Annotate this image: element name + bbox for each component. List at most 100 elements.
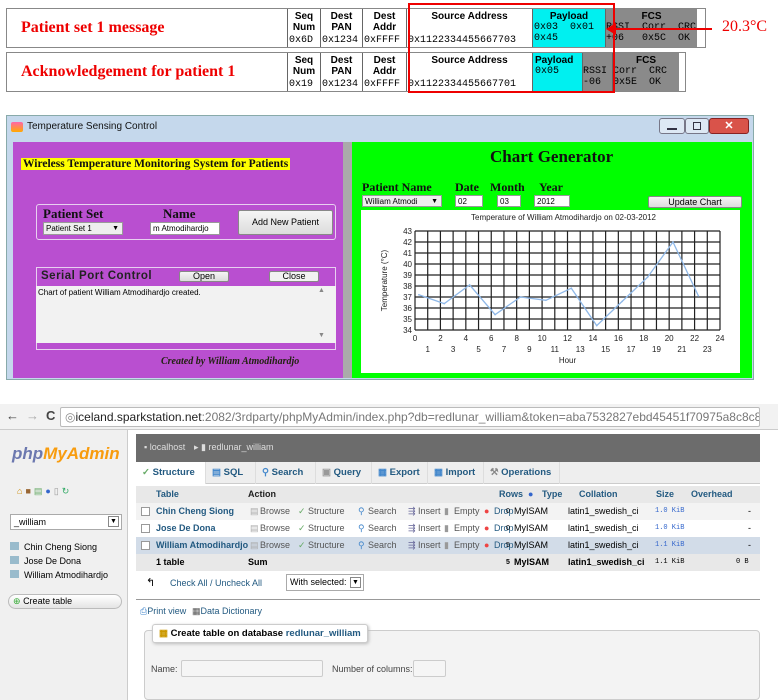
row-count: 0 bbox=[506, 525, 510, 532]
action-empty[interactable]: Empty bbox=[454, 537, 480, 554]
tab-search[interactable]: ⚲ Search bbox=[256, 462, 316, 484]
maximize-button[interactable] bbox=[685, 118, 709, 134]
table-name-link[interactable]: William Atmodihardjo bbox=[156, 537, 248, 554]
chevron-down-icon: ▼ bbox=[112, 225, 119, 232]
row-checkbox[interactable] bbox=[141, 524, 150, 533]
action-insert[interactable]: Insert bbox=[418, 537, 441, 554]
scroll-down-icon[interactable]: ▼ bbox=[318, 332, 325, 339]
columns-input[interactable] bbox=[413, 660, 446, 677]
row-checkbox[interactable] bbox=[141, 541, 150, 550]
dest-addr-cell: Dest Addr 0xFFFF bbox=[362, 9, 406, 47]
row-checkbox[interactable] bbox=[141, 507, 150, 516]
with-selected-select[interactable]: With selected: ▼ bbox=[286, 574, 364, 591]
search-icon: ⚲ bbox=[358, 540, 365, 550]
x-tick-label: 1 bbox=[425, 345, 430, 354]
dest-addr-cell: Dest Addr 0xFFFF bbox=[362, 53, 406, 91]
pma-logo[interactable]: phpMyAdmin bbox=[12, 444, 120, 464]
close-window-button[interactable]: ✕ bbox=[709, 118, 749, 134]
overhead: - bbox=[748, 523, 751, 533]
docs-icon: ▯ bbox=[53, 486, 62, 496]
x-tick-label: 13 bbox=[576, 345, 585, 354]
data-point bbox=[697, 295, 700, 297]
table-icon bbox=[10, 556, 19, 564]
reload-icon[interactable]: C bbox=[46, 408, 55, 423]
action-browse[interactable]: Browse bbox=[260, 520, 290, 537]
x-tick-label: 14 bbox=[588, 334, 597, 343]
sidebar-icons[interactable]: ⌂■▤●▯↻ bbox=[17, 486, 72, 497]
action-empty[interactable]: Empty bbox=[454, 520, 480, 537]
tab-sql[interactable]: ▤ SQL bbox=[206, 462, 256, 484]
action-insert[interactable]: Insert bbox=[418, 503, 441, 520]
action-search[interactable]: Search bbox=[368, 520, 397, 537]
create-table-legend: ▦ Create table on database redlunar_will… bbox=[152, 624, 368, 643]
packet-label: Patient set 1 message bbox=[21, 19, 165, 36]
table-row: Chin Cheng Siong ▤ Browse ✓ Structure ⚲ Searc… bbox=[136, 503, 760, 520]
tab-operations[interactable]: ⚒ Operations bbox=[484, 462, 560, 484]
breadcrumb-database[interactable]: ▸ ▮ redlunar_william bbox=[194, 442, 274, 453]
serial-log[interactable]: Chart of patient William Atmodihardjo cr… bbox=[36, 286, 336, 343]
sidebar-table-item[interactable]: William Atmodihardjo bbox=[10, 568, 108, 582]
scroll-up-icon[interactable]: ▲ bbox=[318, 287, 325, 294]
data-dictionary-link[interactable]: ▦Data Dictionary bbox=[192, 606, 262, 617]
tab-structure[interactable]: ✓ Structure bbox=[136, 462, 206, 484]
sidebar-table-item[interactable]: Chin Cheng Siong bbox=[10, 540, 108, 554]
patient-set-select[interactable]: Patient Set 1 ▼ bbox=[43, 222, 123, 235]
empty-icon: ▮ bbox=[444, 523, 449, 533]
action-insert[interactable]: Insert bbox=[418, 520, 441, 537]
y-axis-label: Temperature (°C) bbox=[380, 249, 389, 311]
tab-export[interactable]: ▦ Export bbox=[372, 462, 428, 484]
forward-icon[interactable]: → bbox=[26, 408, 39, 423]
action-drop[interactable]: Drop bbox=[494, 537, 514, 554]
action-drop[interactable]: Drop bbox=[494, 520, 514, 537]
size-link[interactable]: 1.0 KiB bbox=[655, 520, 684, 537]
tab-query[interactable]: ▣ Query bbox=[316, 462, 372, 484]
dest-pan-cell: Dest PAN 0x1234 bbox=[320, 53, 362, 91]
table-name-input[interactable] bbox=[181, 660, 323, 677]
size-link[interactable]: 1.1 KiB bbox=[655, 537, 684, 554]
open-button[interactable]: Open bbox=[179, 271, 229, 282]
patient-name-select[interactable]: William Atmodi ▼ bbox=[362, 195, 442, 207]
breadcrumb-server[interactable]: ▪ localhost bbox=[144, 442, 185, 452]
table-name-link[interactable]: Jose De Dona bbox=[156, 520, 216, 537]
action-structure[interactable]: Structure bbox=[308, 537, 345, 554]
left-panel: Wireless Temperature Monitoring System f… bbox=[13, 142, 343, 378]
action-structure[interactable]: Structure bbox=[308, 503, 345, 520]
date-input[interactable]: 02 bbox=[455, 195, 483, 207]
action-browse[interactable]: Browse bbox=[260, 537, 290, 554]
update-chart-button[interactable]: Update Chart bbox=[648, 196, 742, 208]
back-icon[interactable]: ← bbox=[6, 408, 19, 423]
size-link[interactable]: 1.0 KiB bbox=[655, 503, 684, 520]
sidebar-table-item[interactable]: Jose De Dona bbox=[10, 554, 108, 568]
action-structure[interactable]: Structure bbox=[308, 520, 345, 537]
print-view-link[interactable]: ⎙Print view bbox=[140, 606, 186, 617]
x-tick-label: 12 bbox=[563, 334, 572, 343]
minimize-button[interactable] bbox=[659, 118, 685, 134]
x-tick-label: 16 bbox=[614, 334, 623, 343]
create-table-button[interactable]: ⊕ Create table bbox=[8, 594, 122, 609]
tab-import[interactable]: ▦ Import bbox=[428, 462, 484, 484]
month-input[interactable]: 03 bbox=[497, 195, 521, 207]
table-icon bbox=[10, 542, 19, 550]
search-icon: ⚲ bbox=[358, 523, 365, 533]
action-search[interactable]: Search bbox=[368, 503, 397, 520]
year-label: Year bbox=[539, 180, 563, 194]
close-button[interactable]: Close bbox=[269, 271, 319, 282]
database-select[interactable]: _william ▼ bbox=[10, 514, 122, 530]
header-action: Action bbox=[248, 489, 276, 499]
action-empty[interactable]: Empty bbox=[454, 503, 480, 520]
check-all-link[interactable]: Check All / Uncheck All bbox=[170, 578, 262, 588]
empty-icon: ▮ bbox=[444, 506, 449, 516]
action-drop[interactable]: Drop bbox=[494, 503, 514, 520]
data-point bbox=[443, 302, 446, 305]
year-input[interactable]: 2012 bbox=[534, 195, 570, 207]
action-search[interactable]: Search bbox=[368, 537, 397, 554]
structure-icon: ✓ bbox=[298, 523, 306, 533]
add-new-patient-button[interactable]: Add New Patient bbox=[238, 210, 333, 235]
table-name-link[interactable]: Chin Cheng Siong bbox=[156, 503, 234, 520]
browse-icon: ▤ bbox=[250, 506, 259, 516]
url-bar[interactable]: ◎iceland.sparkstation.net:2082/3rdparty/… bbox=[60, 407, 760, 427]
name-input[interactable]: m Atmodihardjo bbox=[150, 222, 220, 235]
engine-type: MyISAM bbox=[514, 523, 549, 533]
action-browse[interactable]: Browse bbox=[260, 503, 290, 520]
query-icon: ▤ bbox=[33, 486, 46, 496]
